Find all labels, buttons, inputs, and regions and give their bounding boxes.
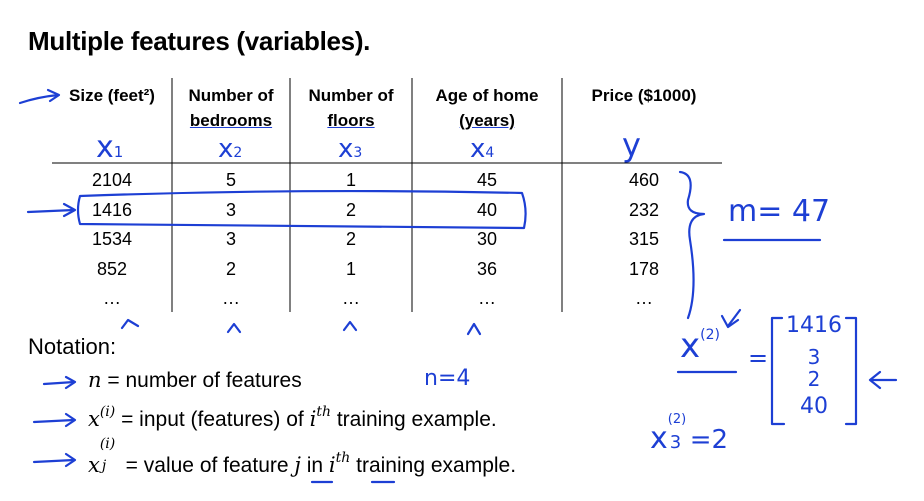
cell-r1-c5: 460 xyxy=(628,170,660,190)
cell-r4-c2: 2 xyxy=(225,259,236,279)
cell-r4-c1: 852 xyxy=(96,259,128,279)
cell-r5-c3: … xyxy=(342,288,360,308)
cell-r1-c1: 2104 xyxy=(91,170,133,190)
cell-r2-c5: 232 xyxy=(628,200,660,220)
cell-r3-c3: 2 xyxy=(345,229,356,249)
cell-r1-c3: 1 xyxy=(345,170,356,190)
cell-r4-c5: 178 xyxy=(628,259,660,279)
symbol-x1: x1 xyxy=(96,130,124,165)
cell-r5-c2: … xyxy=(222,288,240,308)
cell-r3-c4: 30 xyxy=(476,229,498,249)
x2-equals: = xyxy=(748,344,769,372)
cell-r2-c2: 3 xyxy=(225,200,236,220)
cell-r1-c2: 5 xyxy=(225,170,236,190)
cell-r3-c2: 3 xyxy=(225,229,236,249)
notation-x-i-j: x (i) j = value of feature j in ith traini… xyxy=(88,436,517,477)
cell-r2-c4: 40 xyxy=(476,200,498,220)
notation-heading: Notation: xyxy=(28,334,117,359)
symbol-x3: x3 xyxy=(338,134,363,164)
symbol-y: y xyxy=(622,126,641,164)
vector-entry-1: 1416 xyxy=(786,313,842,338)
x32-example: x (2) 3 =2 xyxy=(650,412,729,456)
vector-entry-2: 3 xyxy=(807,345,821,369)
n-label: n=4 xyxy=(424,366,471,391)
cell-r5-c4: … xyxy=(478,288,496,308)
cell-r1-c4: 45 xyxy=(476,170,498,190)
notation-n: n = number of features xyxy=(88,368,302,392)
cell-r4-c3: 1 xyxy=(345,259,356,279)
vector-entry-4: 40 xyxy=(800,394,828,419)
cell-r5-c5: … xyxy=(635,288,653,308)
vector-entry-3: 2 xyxy=(807,367,821,391)
symbol-x4: x4 xyxy=(470,134,495,164)
cell-r4-c4: 36 xyxy=(476,259,498,279)
cell-r2-c3: 2 xyxy=(345,200,356,220)
cell-r5-c1: … xyxy=(103,288,121,308)
vector-right-bracket xyxy=(844,316,858,426)
x2-vector-label: x(2) xyxy=(680,326,720,366)
symbol-x2: x2 xyxy=(218,134,243,164)
m-label: m= 47 xyxy=(728,194,831,229)
cell-r3-c5: 315 xyxy=(628,229,660,249)
notation-x-i: x(i) = input (features) of ith training … xyxy=(88,404,497,431)
cell-r2-c1: 1416 xyxy=(91,200,133,220)
cell-r3-c1: 1534 xyxy=(91,229,133,249)
